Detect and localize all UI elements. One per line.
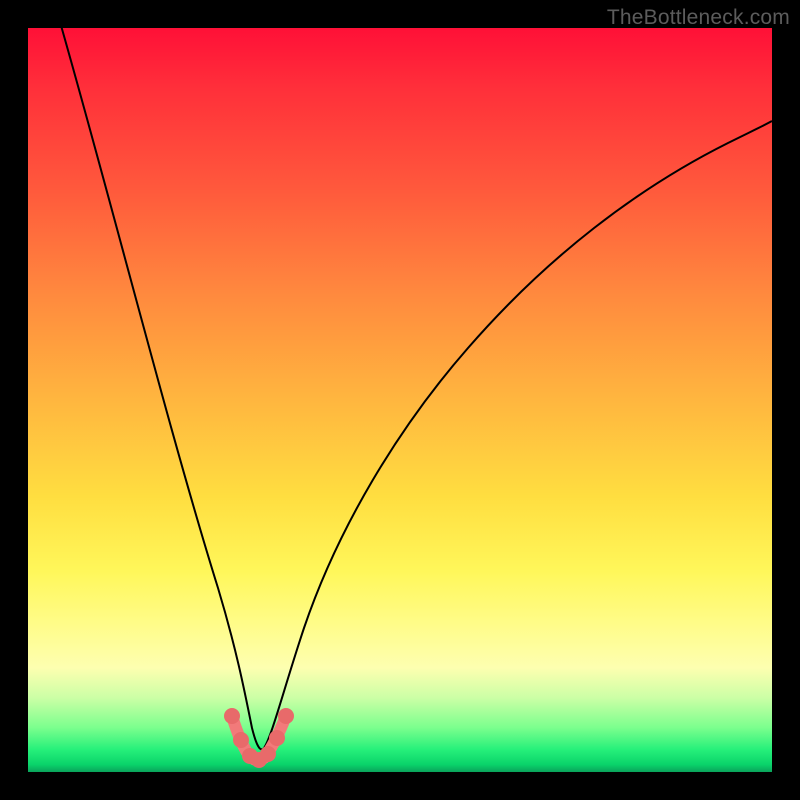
marker-dot bbox=[233, 732, 249, 748]
marker-dot bbox=[278, 708, 294, 724]
chart-frame bbox=[28, 28, 772, 772]
marker-dot bbox=[269, 730, 285, 746]
bottleneck-curve bbox=[56, 8, 772, 749]
attribution-text: TheBottleneck.com bbox=[607, 6, 790, 30]
marker-dot bbox=[224, 708, 240, 724]
chart-svg bbox=[28, 28, 772, 772]
marker-dot bbox=[260, 746, 276, 762]
